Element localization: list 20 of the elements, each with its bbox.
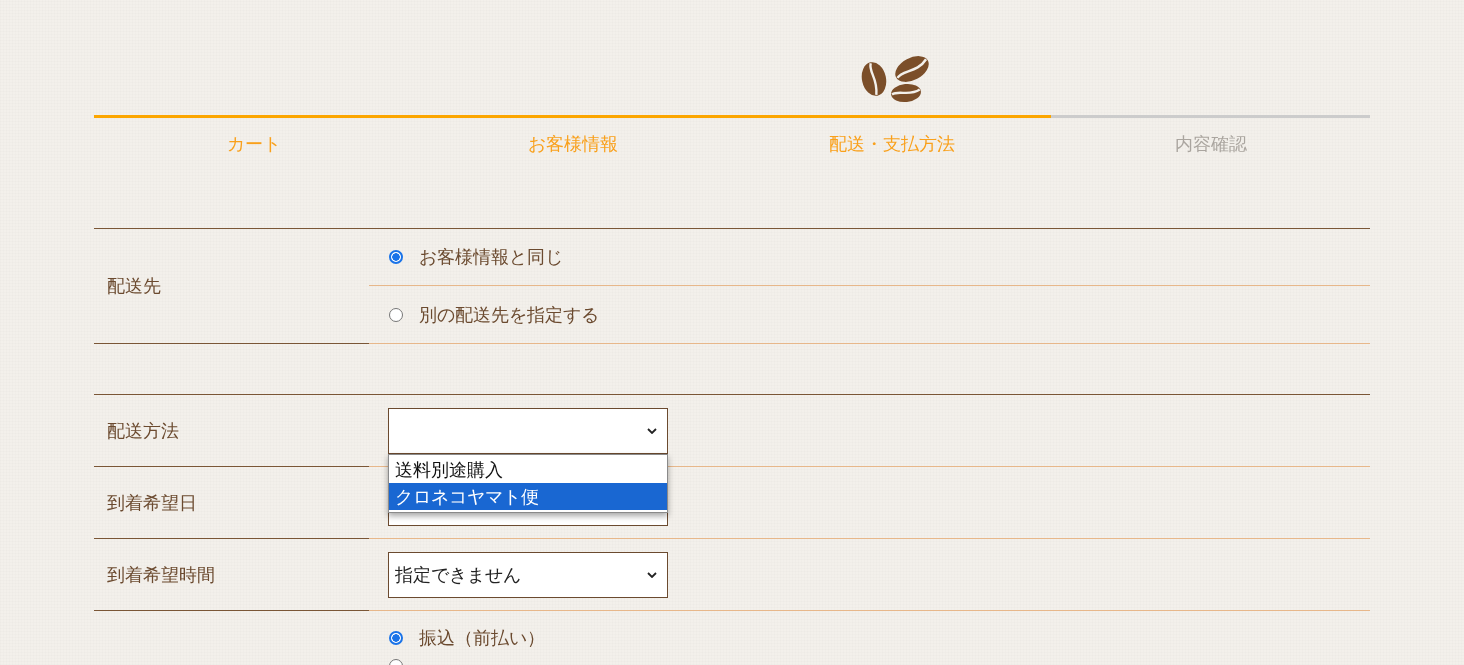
field-label: 配送先: [107, 274, 161, 298]
radio-label[interactable]: 振込（前払い）: [419, 626, 545, 650]
radio-button[interactable]: [389, 631, 403, 645]
field-label: 配送方法: [107, 418, 179, 443]
dropdown-option[interactable]: 送料別途購入: [389, 456, 667, 483]
radio-button[interactable]: [389, 307, 403, 322]
step-label: お客様情報: [527, 132, 618, 156]
step-label: 内容確認: [1174, 132, 1247, 156]
select-field[interactable]: 指定できません: [388, 551, 668, 598]
select-field[interactable]: [388, 407, 668, 454]
step-label: カート: [226, 132, 281, 156]
chevron-down-icon: [647, 427, 657, 434]
radio-label[interactable]: 別の配送先を指定する: [419, 302, 599, 327]
radio-button[interactable]: [389, 250, 403, 264]
radio-label[interactable]: お客様情報と同じ: [419, 245, 563, 269]
field-label: 到着希望日: [107, 490, 197, 515]
step-label: 配送・支払方法: [828, 132, 955, 156]
chevron-down-icon: [647, 571, 657, 578]
field-label: 到着希望時間: [107, 562, 215, 587]
dropdown-option[interactable]: クロネコヤマト便: [389, 483, 667, 510]
